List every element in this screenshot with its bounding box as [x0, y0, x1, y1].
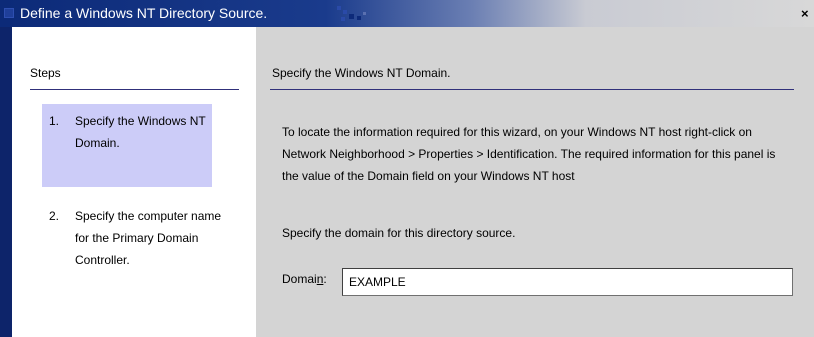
- domain-label: Domain:: [282, 272, 327, 286]
- domain-prompt-text: Specify the domain for this directory so…: [282, 226, 516, 240]
- step-number: 2.: [49, 209, 60, 223]
- wizard-window: Define a Windows NT Directory Source. × …: [0, 0, 814, 337]
- step-label: Specify the Windows NT Domain.: [75, 114, 206, 150]
- step-item-1[interactable]: 1. Specify the Windows NT Domain.: [42, 104, 212, 187]
- domain-input[interactable]: [342, 268, 793, 296]
- steps-divider: [30, 89, 239, 90]
- window-left-edge: [0, 27, 12, 337]
- step-item-2[interactable]: 2. Specify the computer name for the Pri…: [42, 199, 232, 293]
- panel-divider: [270, 89, 794, 90]
- title-bar[interactable]: Define a Windows NT Directory Source. ×: [0, 0, 814, 27]
- close-button[interactable]: ×: [801, 5, 814, 22]
- domain-label-suffix: :: [323, 272, 327, 286]
- panel-heading: Specify the Windows NT Domain.: [272, 66, 451, 80]
- window-title: Define a Windows NT Directory Source.: [20, 5, 268, 21]
- steps-heading: Steps: [30, 66, 61, 80]
- title-decoration-icon: [337, 6, 366, 21]
- window-menu-icon[interactable]: [4, 8, 14, 18]
- step-number: 1.: [49, 114, 60, 128]
- step-label: Specify the computer name for the Primar…: [75, 209, 222, 267]
- instructions-text: To locate the information required for t…: [282, 125, 776, 183]
- domain-label-prefix: Domai: [282, 272, 317, 286]
